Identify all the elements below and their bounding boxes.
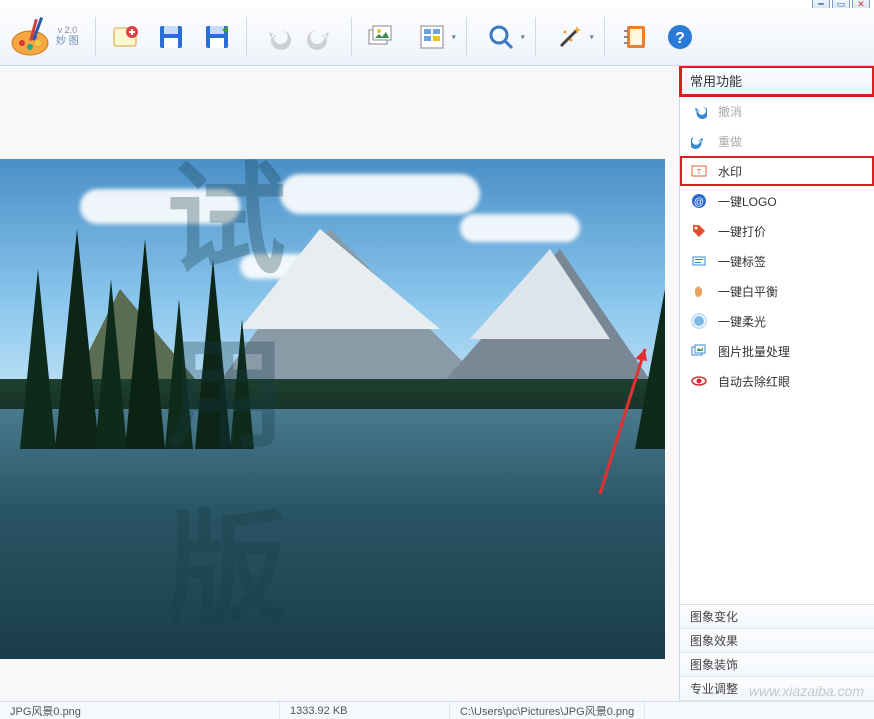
status-filesize: 1333.92 KB	[280, 702, 450, 719]
panel-body-common: 撤消 重做 T 水印 @ 一键LOGO 一键打价 一键标签	[680, 96, 874, 604]
panel-header-effects[interactable]: 图象效果	[680, 629, 874, 653]
window-titlebar: ━ ▭ ✕	[0, 0, 874, 8]
sidebar-item-label: 水印	[718, 163, 742, 180]
new-file-button[interactable]	[104, 16, 146, 58]
sidebar-item-whitebalance[interactable]: 一键白平衡	[680, 276, 874, 306]
batch-icon	[690, 342, 708, 360]
main-area: 试 用 版 常用功能 撤消 重做 T 水印 @ 一键LOGO	[0, 66, 874, 701]
right-sidebar: 常用功能 撤消 重做 T 水印 @ 一键LOGO 一键打价	[679, 66, 874, 701]
toolbar-separator	[351, 17, 352, 57]
sidebar-item-label: 自动去除红眼	[718, 373, 790, 390]
sidebar-item-redo[interactable]: 重做	[680, 126, 874, 156]
sidebar-item-label: 一键柔光	[718, 313, 766, 330]
image-canvas[interactable]: 试 用 版	[0, 159, 665, 659]
svg-text:T: T	[697, 169, 702, 176]
sidebar-item-redeye[interactable]: 自动去除红眼	[680, 366, 874, 396]
main-toolbar: v 2.0 妙 图 ▾ ▾ ▾ ?	[0, 8, 874, 66]
panel-header-decorate[interactable]: 图象装饰	[680, 653, 874, 677]
magic-wand-button[interactable]: ▾	[544, 16, 596, 58]
chevron-down-icon: ▾	[521, 32, 525, 41]
sidebar-item-label: 撤消	[718, 103, 742, 120]
sidebar-item-label: 重做	[718, 133, 742, 150]
panel-header-common[interactable]: 常用功能	[680, 66, 874, 96]
status-filename: JPG风景0.png	[0, 702, 280, 719]
zoom-button[interactable]: ▾	[475, 16, 527, 58]
toolbar-separator	[535, 17, 536, 57]
save-button[interactable]	[150, 16, 192, 58]
sidebar-item-undo[interactable]: 撤消	[680, 96, 874, 126]
sidebar-item-label: 一键打价	[718, 223, 766, 240]
footer-watermark: www.xiazaiba.com	[749, 683, 864, 699]
status-bar: JPG风景0.png 1333.92 KB C:\Users\pc\Pictur…	[0, 701, 874, 719]
hand-icon	[690, 282, 708, 300]
redo-icon	[690, 132, 708, 150]
chevron-down-icon: ▾	[452, 32, 456, 41]
gallery-button[interactable]: ▾	[406, 16, 458, 58]
toolbar-separator	[95, 17, 96, 57]
svg-text:?: ?	[675, 30, 685, 47]
app-name-version: v 2.0 妙 图	[56, 25, 79, 48]
notebook-button[interactable]	[613, 16, 655, 58]
canvas-area[interactable]: 试 用 版	[0, 66, 679, 701]
undo-icon	[690, 102, 708, 120]
toolbar-separator	[466, 17, 467, 57]
svg-text:@: @	[694, 197, 704, 208]
sidebar-item-label: 一键白平衡	[718, 283, 778, 300]
save-as-button[interactable]	[196, 16, 238, 58]
status-filepath: C:\Users\pc\Pictures\JPG风景0.png	[450, 702, 645, 719]
sidebar-item-softlight[interactable]: 一键柔光	[680, 306, 874, 336]
sidebar-item-label: 一键LOGO	[718, 193, 777, 210]
sidebar-item-watermark[interactable]: T 水印	[680, 156, 874, 186]
at-icon: @	[690, 192, 708, 210]
panel-header-transform[interactable]: 图象变化	[680, 605, 874, 629]
help-button[interactable]: ?	[659, 16, 701, 58]
sidebar-item-label: 图片批量处理	[718, 343, 790, 360]
toolbar-separator	[604, 17, 605, 57]
softlight-icon	[690, 312, 708, 330]
sidebar-item-price[interactable]: 一键打价	[680, 216, 874, 246]
watermark-icon: T	[690, 162, 708, 180]
price-tag-icon	[690, 222, 708, 240]
app-logo-icon	[8, 15, 52, 59]
app-logo-area: v 2.0 妙 图	[8, 15, 79, 59]
sidebar-item-batch[interactable]: 图片批量处理	[680, 336, 874, 366]
sidebar-item-logo[interactable]: @ 一键LOGO	[680, 186, 874, 216]
eye-icon	[690, 372, 708, 390]
toolbar-separator	[246, 17, 247, 57]
sidebar-item-label[interactable]: 一键标签	[680, 246, 874, 276]
chevron-down-icon: ▾	[590, 32, 594, 41]
image-tools-button[interactable]	[360, 16, 402, 58]
redo-button[interactable]	[301, 16, 343, 58]
label-icon	[690, 252, 708, 270]
undo-button[interactable]	[255, 16, 297, 58]
sidebar-item-label-text: 一键标签	[718, 253, 766, 270]
